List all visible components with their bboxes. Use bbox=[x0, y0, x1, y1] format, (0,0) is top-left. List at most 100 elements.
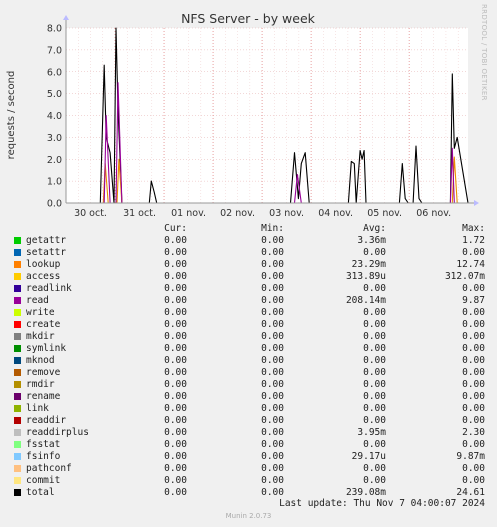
legend-row-read: read 0.00 0.00 208.14m 9.87 bbox=[0, 295, 497, 307]
legend-max: 9.87 bbox=[462, 295, 485, 306]
legend-row-readlink: readlink 0.00 0.00 0.00 0.00 bbox=[0, 283, 497, 295]
legend-row-readdirplus: readdirplus 0.00 0.00 3.95m 2.30 bbox=[0, 427, 497, 439]
legend-avg: 3.36m bbox=[357, 235, 386, 246]
legend-swatch bbox=[14, 345, 21, 352]
legend-cur: 0.00 bbox=[164, 295, 187, 306]
legend-cur: 0.00 bbox=[164, 283, 187, 294]
legend-cur: 0.00 bbox=[164, 307, 187, 318]
legend-row-rename: rename 0.00 0.00 0.00 0.00 bbox=[0, 391, 497, 403]
legend-min: 0.00 bbox=[261, 463, 284, 474]
legend-avg: 0.00 bbox=[363, 391, 386, 402]
legend-cur: 0.00 bbox=[164, 415, 187, 426]
legend-avg: 0.00 bbox=[363, 367, 386, 378]
legend-swatch bbox=[14, 273, 21, 280]
x-tick-label: 01 nov. bbox=[171, 208, 206, 219]
legend-row-fsinfo: fsinfo 0.00 0.00 29.17u 9.87m bbox=[0, 451, 497, 463]
legend-min: 0.00 bbox=[261, 259, 284, 270]
legend-min: 0.00 bbox=[261, 355, 284, 366]
x-tick-label: 02 nov. bbox=[220, 208, 255, 219]
x-tick-label: 30 oct. bbox=[74, 208, 107, 219]
legend-label: readdir bbox=[26, 415, 67, 426]
legend-cur: 0.00 bbox=[164, 355, 187, 366]
legend-row-symlink: symlink 0.00 0.00 0.00 0.00 bbox=[0, 343, 497, 355]
side-text: RRDTOOL / TOBI OETIKER bbox=[480, 4, 488, 101]
x-tick-label: 05 nov. bbox=[367, 208, 402, 219]
legend-max: 0.00 bbox=[462, 355, 485, 366]
legend-max: 1.72 bbox=[462, 235, 485, 246]
legend-max: 0.00 bbox=[462, 403, 485, 414]
legend-cur: 0.00 bbox=[164, 331, 187, 342]
legend-min: 0.00 bbox=[261, 451, 284, 462]
y-tick-label: 4.0 bbox=[47, 111, 62, 122]
legend-avg: 0.00 bbox=[363, 247, 386, 258]
x-tick-label: 04 nov. bbox=[318, 208, 353, 219]
y-tick-label: 5.0 bbox=[47, 89, 62, 100]
legend-cur: 0.00 bbox=[164, 427, 187, 438]
legend-max: 2.30 bbox=[462, 427, 485, 438]
legend-row-access: access 0.00 0.00 313.89u 312.07m bbox=[0, 271, 497, 283]
legend-max: 0.00 bbox=[462, 307, 485, 318]
legend-swatch bbox=[14, 405, 21, 412]
legend-swatch bbox=[14, 441, 21, 448]
legend-header-min: Min: bbox=[261, 223, 284, 234]
legend-avg: 29.17u bbox=[351, 451, 386, 462]
legend-avg: 0.00 bbox=[363, 343, 386, 354]
y-axis-label: requests / second bbox=[6, 71, 17, 160]
legend-cur: 0.00 bbox=[164, 391, 187, 402]
legend-max: 0.00 bbox=[462, 379, 485, 390]
legend-max: 9.87m bbox=[456, 451, 485, 462]
legend-label: mkdir bbox=[26, 331, 55, 342]
legend-swatch bbox=[14, 453, 21, 460]
legend-swatch bbox=[14, 297, 21, 304]
legend-min: 0.00 bbox=[261, 343, 284, 354]
y-tick-label: 6.0 bbox=[47, 67, 62, 78]
legend-label: rename bbox=[26, 391, 61, 402]
legend-label: link bbox=[26, 403, 49, 414]
legend-max: 0.00 bbox=[462, 367, 485, 378]
legend-row-fsstat: fsstat 0.00 0.00 0.00 0.00 bbox=[0, 439, 497, 451]
legend-swatch bbox=[14, 417, 21, 424]
legend-label: fsstat bbox=[26, 439, 61, 450]
legend-cur: 0.00 bbox=[164, 463, 187, 474]
legend-cur: 0.00 bbox=[164, 367, 187, 378]
legend-cur: 0.00 bbox=[164, 475, 187, 486]
legend-min: 0.00 bbox=[261, 403, 284, 414]
legend-row-setattr: setattr 0.00 0.00 0.00 0.00 bbox=[0, 247, 497, 259]
legend-cur: 0.00 bbox=[164, 319, 187, 330]
legend-swatch bbox=[14, 333, 21, 340]
legend-avg: 0.00 bbox=[363, 439, 386, 450]
legend: Cur: Min: Avg: Max: getattr 0.00 0.00 3.36m… bbox=[0, 223, 497, 499]
legend-cur: 0.00 bbox=[164, 235, 187, 246]
legend-max: 0.00 bbox=[462, 439, 485, 450]
legend-min: 0.00 bbox=[261, 319, 284, 330]
legend-row-write: write 0.00 0.00 0.00 0.00 bbox=[0, 307, 497, 319]
legend-label: readdirplus bbox=[26, 427, 89, 438]
legend-cur: 0.00 bbox=[164, 247, 187, 258]
y-tick-label: 3.0 bbox=[47, 133, 62, 144]
legend-swatch bbox=[14, 237, 21, 244]
legend-label: read bbox=[26, 295, 49, 306]
legend-avg: 0.00 bbox=[363, 283, 386, 294]
legend-avg: 0.00 bbox=[363, 319, 386, 330]
legend-cur: 0.00 bbox=[164, 271, 187, 282]
chart: 0.0 1.0 2.0 3.0 4.0 5.0 6.0 7.0 8.0 30 oct. 31 oct… bbox=[6, 11, 479, 219]
legend-header-max: Max: bbox=[462, 223, 485, 234]
legend-label: rmdir bbox=[26, 379, 55, 390]
legend-label: pathconf bbox=[26, 463, 72, 474]
legend-avg: 0.00 bbox=[363, 403, 386, 414]
legend-cur: 0.00 bbox=[164, 451, 187, 462]
legend-max: 0.00 bbox=[462, 283, 485, 294]
legend-max: 0.00 bbox=[462, 319, 485, 330]
legend-label: lookup bbox=[26, 259, 61, 270]
chart-title: NFS Server - by week bbox=[181, 11, 316, 26]
x-tick-label: 31 oct. bbox=[123, 208, 156, 219]
legend-row-remove: remove 0.00 0.00 0.00 0.00 bbox=[0, 367, 497, 379]
y-tick-label: 8.0 bbox=[47, 24, 62, 35]
legend-swatch bbox=[14, 489, 21, 496]
legend-min: 0.00 bbox=[261, 439, 284, 450]
legend-avg: 0.00 bbox=[363, 475, 386, 486]
legend-swatch bbox=[14, 249, 21, 256]
legend-swatch bbox=[14, 357, 21, 364]
y-tick-label: 2.0 bbox=[47, 155, 62, 166]
legend-label: readlink bbox=[26, 283, 72, 294]
